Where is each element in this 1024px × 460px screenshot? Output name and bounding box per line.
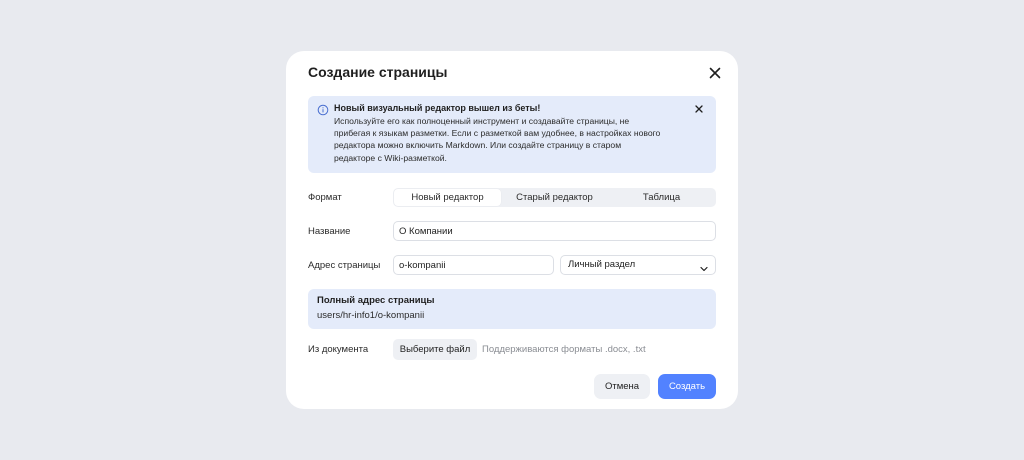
full-address-value: users/hr-info1/o-kompanii — [317, 310, 425, 321]
page-address-input[interactable] — [393, 255, 554, 275]
name-label: Название — [308, 226, 351, 237]
chevron-down-icon — [699, 261, 709, 272]
file-format-hint: Поддерживаются форматы .docx, .txt — [482, 344, 646, 355]
section-select[interactable]: Личный раздел — [560, 255, 716, 275]
close-icon[interactable] — [707, 65, 723, 81]
banner-text: Используйте его как полноценный инструме… — [334, 116, 661, 163]
create-button[interactable]: Создать — [658, 374, 716, 399]
page-name-input[interactable] — [393, 221, 716, 241]
cancel-button[interactable]: Отмена — [594, 374, 650, 399]
format-option-old-editor[interactable]: Старый редактор — [501, 189, 608, 206]
format-switch: Новый редактор Старый редактор Таблица — [393, 188, 716, 207]
format-option-table[interactable]: Таблица — [608, 189, 715, 206]
dialog-title: Создание страницы — [308, 64, 448, 80]
beta-info-banner: Новый визуальный редактор вышел из беты!… — [308, 96, 716, 173]
banner-title: Новый визуальный редактор вышел из беты! — [334, 103, 541, 113]
from-document-label: Из документа — [308, 344, 369, 355]
format-option-new-editor[interactable]: Новый редактор — [394, 189, 501, 206]
full-address-panel: Полный адрес страницы users/hr-info1/o-k… — [308, 289, 716, 329]
address-label: Адрес страницы — [308, 260, 381, 271]
full-address-label: Полный адрес страницы — [317, 295, 435, 306]
banner-close-icon[interactable] — [693, 102, 705, 114]
info-icon — [317, 103, 329, 116]
format-label: Формат — [308, 192, 342, 203]
choose-file-button[interactable]: Выберите файл — [393, 339, 477, 360]
create-page-dialog: Создание страницы Новый визуальный редак… — [286, 51, 738, 409]
section-select-value: Личный раздел — [568, 259, 636, 270]
